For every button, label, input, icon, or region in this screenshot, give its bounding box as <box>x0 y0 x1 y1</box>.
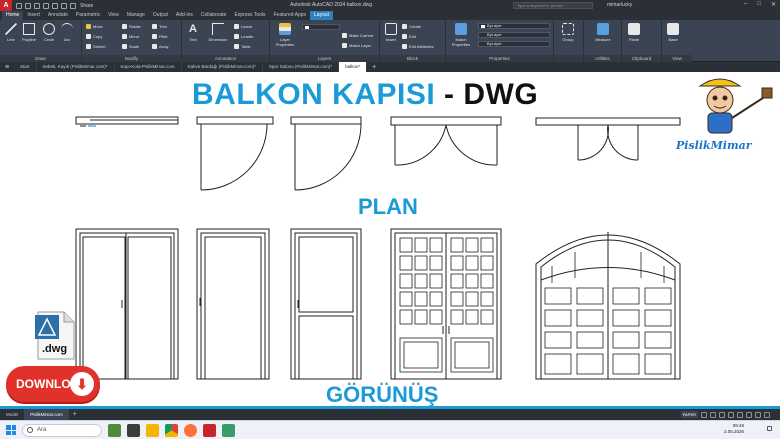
customize-icon[interactable] <box>764 411 770 418</box>
mascot-brand-text: PislikMimar <box>676 139 752 152</box>
layout-tab-pislikmimar[interactable]: PislikMimar.com <box>24 409 69 420</box>
app-taskbar-icon[interactable] <box>222 424 235 437</box>
file-explorer-icon[interactable] <box>146 424 159 437</box>
lineweight-icon[interactable] <box>746 411 752 418</box>
status-bar: Model PislikMimar.com + PAPER <box>0 409 780 420</box>
polar-icon[interactable] <box>728 411 734 418</box>
osnap-icon[interactable] <box>737 411 743 418</box>
windows-taskbar: Ara 09:48 2.05.2026 <box>0 420 780 439</box>
firefox-icon[interactable] <box>184 424 197 437</box>
mascot-illustration <box>698 78 773 134</box>
search-icon <box>27 427 33 433</box>
notification-icon[interactable] <box>767 426 772 431</box>
download-button[interactable]: DOWNLOAD ⬇ <box>6 366 100 402</box>
plan-label: PLAN <box>358 194 418 219</box>
task-view-icon[interactable] <box>127 424 140 437</box>
elevation-single-door-panel <box>290 228 362 380</box>
landscape-widget-icon[interactable] <box>108 424 121 437</box>
layout-tab-model[interactable]: Model <box>0 409 24 420</box>
plan-wide-double-door <box>535 117 681 161</box>
ortho-icon[interactable] <box>719 411 725 418</box>
main-title-blue: BALKON KAPISI <box>192 78 436 111</box>
taskbar-search-input[interactable]: Ara <box>22 424 102 437</box>
add-layout-button[interactable]: + <box>69 411 81 418</box>
dwg-file-icon: .dwg <box>34 311 76 361</box>
elevation-sliding-door <box>75 228 179 380</box>
chrome-icon[interactable] <box>165 424 178 437</box>
elevation-label: GÖRÜNÜŞ <box>326 382 439 407</box>
plan-double-door <box>390 116 502 166</box>
taskbar-apps <box>108 424 235 437</box>
paper-space-toggle[interactable]: PAPER <box>680 411 698 418</box>
settings-icon[interactable] <box>755 411 761 418</box>
taskbar-clock[interactable]: 09:48 2.05.2026 <box>724 423 744 435</box>
elevation-arched-double-door <box>535 232 681 380</box>
dwg-file-label: .dwg <box>42 343 68 355</box>
autocad-taskbar-icon[interactable] <box>203 424 216 437</box>
elevation-french-door <box>390 228 502 380</box>
autocad-window: A Share Autodesk AutoCAD 2024 balkon.dwg… <box>0 0 780 439</box>
plan-sliding-door <box>75 116 179 127</box>
plan-single-door-right <box>290 116 362 191</box>
grid-icon[interactable] <box>701 411 707 418</box>
windows-start-icon[interactable] <box>6 425 16 435</box>
taskbar-search-placeholder: Ara <box>37 427 47 433</box>
download-arrow-icon: ⬇ <box>70 372 94 396</box>
clock-date: 2.05.2026 <box>723 429 744 434</box>
status-tray: PAPER <box>680 411 770 418</box>
main-title-dark: - DWG <box>435 78 539 111</box>
main-title: BALKON KAPISI - DWG <box>192 78 538 112</box>
system-tray <box>767 426 772 431</box>
plan-single-door-left <box>196 116 274 191</box>
snap-icon[interactable] <box>710 411 716 418</box>
elevation-single-door-glass <box>196 228 270 380</box>
